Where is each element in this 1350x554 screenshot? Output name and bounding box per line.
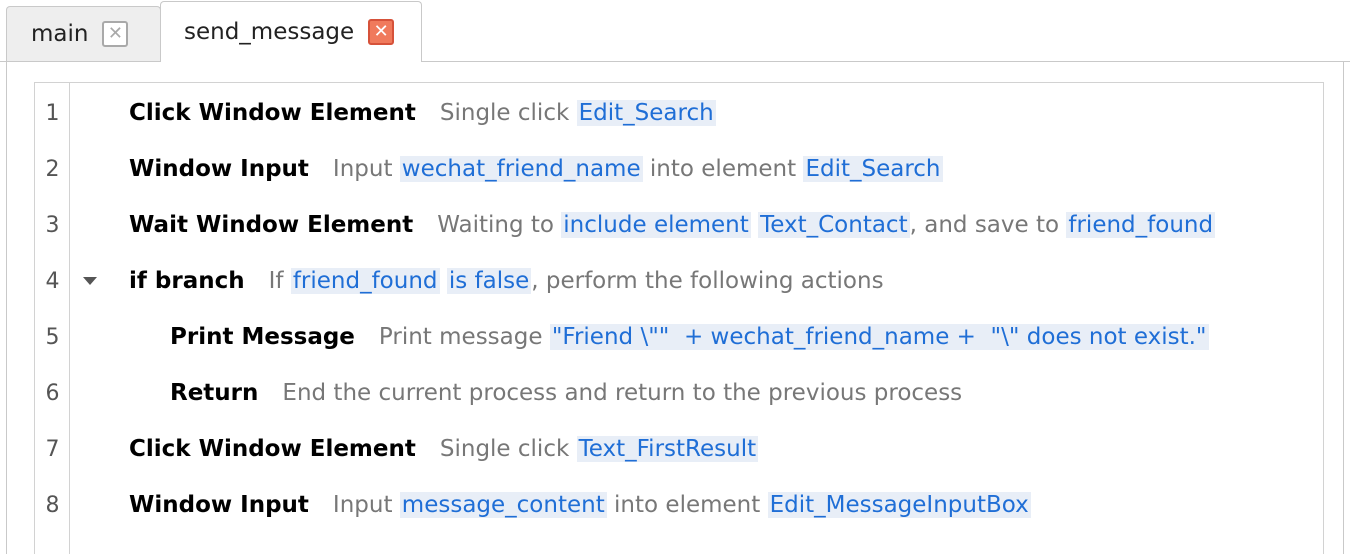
step-variable-token[interactable]: Edit_MessageInputBox xyxy=(767,492,1031,518)
step-command: Return xyxy=(170,380,259,406)
step-variable-token[interactable]: include element xyxy=(561,212,751,238)
step-description-text: , perform the following actions xyxy=(531,268,884,294)
step-description-text xyxy=(440,268,447,294)
step-variable-token[interactable]: friend_found xyxy=(290,268,440,294)
step-command: Print Message xyxy=(170,324,355,350)
line-number: 3 xyxy=(45,212,60,238)
step-content: Print Message Print message "Friend \"" +… xyxy=(170,324,1209,350)
step-command: Window Input xyxy=(129,156,309,182)
step-description-text: Print message xyxy=(378,324,550,350)
tab-send-message[interactable]: send_message ✕ xyxy=(160,1,422,62)
flow-step-row[interactable]: 4 if branch If friend_found is false, perf… xyxy=(35,253,1325,309)
step-variable-token[interactable]: Text_Contact xyxy=(758,212,910,238)
step-description-text: into element xyxy=(606,492,768,518)
line-number: 8 xyxy=(45,492,60,518)
flow-step-row[interactable]: 8 Window Input Input message_content into … xyxy=(35,477,1325,533)
line-number: 4 xyxy=(45,268,60,294)
flow-step-row[interactable]: 1 Click Window Element Single click Edit_S… xyxy=(35,85,1325,141)
line-number: 2 xyxy=(45,156,60,182)
step-content: if branch If friend_found is false, perfo… xyxy=(129,268,884,294)
step-variable-token[interactable]: Edit_Search xyxy=(576,100,716,126)
step-description-text: into element xyxy=(642,156,804,182)
step-variable-token[interactable]: "Friend \"" + wechat_friend_name + "\" d… xyxy=(549,324,1209,350)
step-content: Window Input Input wechat_friend_name int… xyxy=(129,156,943,182)
step-variable-token[interactable]: friend_found xyxy=(1066,212,1216,238)
step-command: Window Input xyxy=(129,492,309,518)
step-variable-token[interactable]: wechat_friend_name xyxy=(399,156,643,182)
step-command: Wait Window Element xyxy=(129,212,414,238)
flow-step-row[interactable]: 5 Print Message Print message "Friend \"" … xyxy=(35,309,1325,365)
step-content: Click Window Element Single click Text_Fi… xyxy=(129,436,759,462)
line-number: 7 xyxy=(45,436,60,462)
tab-label: send_message xyxy=(184,19,355,45)
tab-main[interactable]: main ✕ xyxy=(6,6,161,61)
step-description-text: Single click xyxy=(439,436,577,462)
line-number: 5 xyxy=(45,324,60,350)
flow-step-row[interactable]: 3 Wait Window Element Waiting to include e… xyxy=(35,197,1325,253)
step-content: Return End the current process and return… xyxy=(170,380,962,406)
step-command: Click Window Element xyxy=(129,100,416,126)
step-variable-token[interactable]: Text_FirstResult xyxy=(576,436,759,462)
step-content: Window Input Input message_content into e… xyxy=(129,492,1031,518)
step-description-text xyxy=(751,212,758,238)
step-variable-token[interactable]: is false xyxy=(446,268,532,294)
step-description-text: Input xyxy=(332,156,400,182)
step-variable-token[interactable]: message_content xyxy=(399,492,607,518)
step-description-text: Single click xyxy=(439,100,577,126)
step-description-text: Input xyxy=(332,492,400,518)
step-description-text: If xyxy=(268,268,291,294)
step-description-text: Waiting to xyxy=(437,212,562,238)
flow-editor-window: main ✕ send_message ✕ 1 Click Window Elem… xyxy=(0,0,1350,554)
step-description-text: End the current process and return to th… xyxy=(282,380,963,406)
step-command: if branch xyxy=(129,268,245,294)
close-icon[interactable]: ✕ xyxy=(368,19,395,45)
line-number: 1 xyxy=(45,100,60,126)
tab-label: main xyxy=(31,21,89,47)
editor-panel: 1 Click Window Element Single click Edit_S… xyxy=(6,62,1344,554)
flow-step-row[interactable]: 6 Return End the current process and retur… xyxy=(35,365,1325,421)
line-number: 6 xyxy=(45,380,60,406)
step-variable-token[interactable]: Edit_Search xyxy=(803,156,943,182)
flow-step-list: 1 Click Window Element Single click Edit_S… xyxy=(34,82,1324,554)
close-icon[interactable]: ✕ xyxy=(102,21,129,47)
step-content: Wait Window Element Waiting to include el… xyxy=(129,212,1216,238)
flow-step-row[interactable]: 2 Window Input Input wechat_friend_name in… xyxy=(35,141,1325,197)
step-description-text: , and save to xyxy=(909,212,1067,238)
step-content: Click Window Element Single click Edit_Se… xyxy=(129,100,716,126)
collapse-triangle-icon[interactable] xyxy=(83,277,97,285)
step-command: Click Window Element xyxy=(129,436,416,462)
tab-bar: main ✕ send_message ✕ xyxy=(0,0,1350,62)
flow-step-row[interactable]: 7 Click Window Element Single click Text_F… xyxy=(35,421,1325,477)
